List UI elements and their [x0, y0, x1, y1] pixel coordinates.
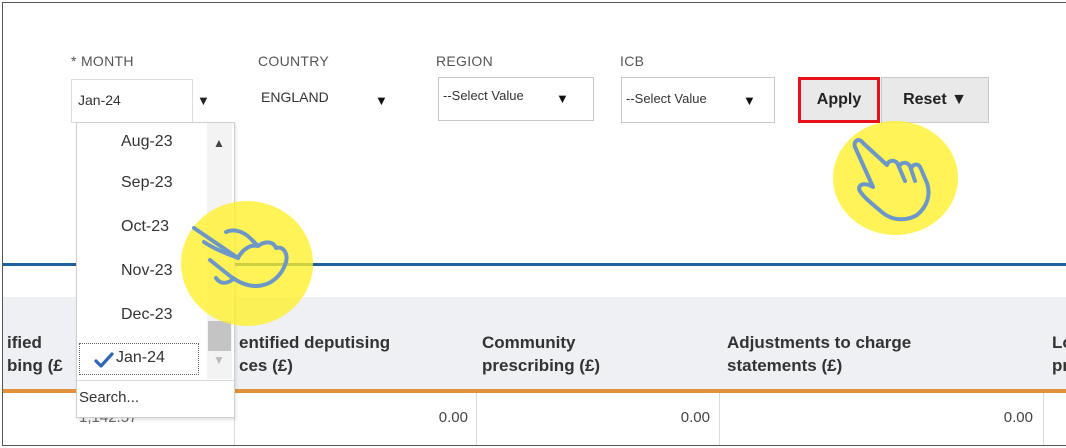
column-divider: [476, 393, 477, 445]
table-cell: 0.00: [680, 409, 710, 426]
column-header-2: Community prescribing (£): [482, 331, 600, 377]
column-header-2-line1: Community: [482, 333, 576, 352]
month-select-value: Jan-24: [78, 92, 121, 108]
dropdown-option[interactable]: Dec-23: [121, 306, 173, 324]
country-dropdown-arrow-icon: ▼: [375, 93, 388, 108]
region-label: REGION: [436, 53, 494, 69]
pointing-hand-icon: [192, 226, 289, 288]
apply-button[interactable]: Apply: [798, 77, 880, 123]
table-cell: 0.00: [1003, 409, 1033, 426]
pointing-hand-icon: [852, 138, 931, 222]
dropdown-search[interactable]: Search...: [77, 380, 234, 418]
icb-dropdown-arrow-icon: ▼: [743, 93, 756, 108]
column-header-1-line2: ces (£): [239, 356, 293, 375]
column-divider: [1043, 393, 1044, 445]
column-header-1-line1: entified deputising: [239, 333, 391, 352]
column-header-4: Lo pr: [1052, 331, 1066, 377]
dropdown-search-label: Search...: [79, 389, 140, 406]
icb-select-value: --Select Value: [626, 91, 707, 106]
country-select-value: ENGLAND: [261, 89, 329, 105]
region-select-value: --Select Value: [443, 88, 524, 103]
scroll-up-icon[interactable]: ▲: [213, 136, 225, 150]
icb-label: ICB: [620, 53, 645, 69]
dropdown-option[interactable]: Aug-23: [121, 133, 173, 151]
country-label: COUNTRY: [258, 53, 330, 69]
column-header-2-line2: prescribing (£): [482, 356, 601, 375]
report-page: * MONTH COUNTRY REGION ICB Jan-24 ▼ ENGL…: [2, 2, 1066, 446]
region-dropdown-arrow-icon: ▼: [556, 91, 569, 106]
column-header-0: ified bing (£: [7, 331, 63, 377]
column-header-3: Adjustments to charge statements (£): [727, 331, 911, 377]
scroll-down-icon[interactable]: ▼: [213, 353, 225, 367]
country-select[interactable]: ENGLAND ▼: [255, 79, 410, 123]
column-header-0-line2: bing (£: [7, 356, 63, 375]
month-select[interactable]: Jan-24: [71, 79, 193, 123]
scrollbar-thumb[interactable]: [208, 321, 231, 351]
column-header-3-line2: statements (£): [727, 356, 843, 375]
column-header-0-line1: ified: [7, 333, 42, 352]
month-label: * MONTH: [71, 53, 134, 69]
icb-select[interactable]: --Select Value ▼: [621, 77, 775, 123]
dropdown-option[interactable]: Nov-23: [121, 262, 173, 280]
region-select[interactable]: --Select Value ▼: [438, 77, 594, 121]
dropdown-option[interactable]: Sep-23: [121, 174, 173, 192]
column-divider: [719, 393, 720, 445]
dropdown-option[interactable]: Oct-23: [121, 218, 169, 236]
dropdown-option-selected[interactable]: Jan-24: [79, 343, 199, 375]
reset-button[interactable]: Reset ▼: [881, 77, 989, 123]
checkmark-icon: [94, 352, 114, 368]
column-header-1: entified deputising ces (£): [239, 331, 390, 377]
month-dropdown-arrow-icon[interactable]: ▼: [197, 93, 210, 108]
column-header-4-line1: Lo: [1052, 333, 1066, 352]
column-header-4-line2: pr: [1052, 356, 1066, 375]
selected-option-label: Jan-24: [116, 349, 165, 366]
table-cell: 0.00: [438, 409, 468, 426]
column-header-3-line1: Adjustments to charge: [727, 333, 912, 352]
